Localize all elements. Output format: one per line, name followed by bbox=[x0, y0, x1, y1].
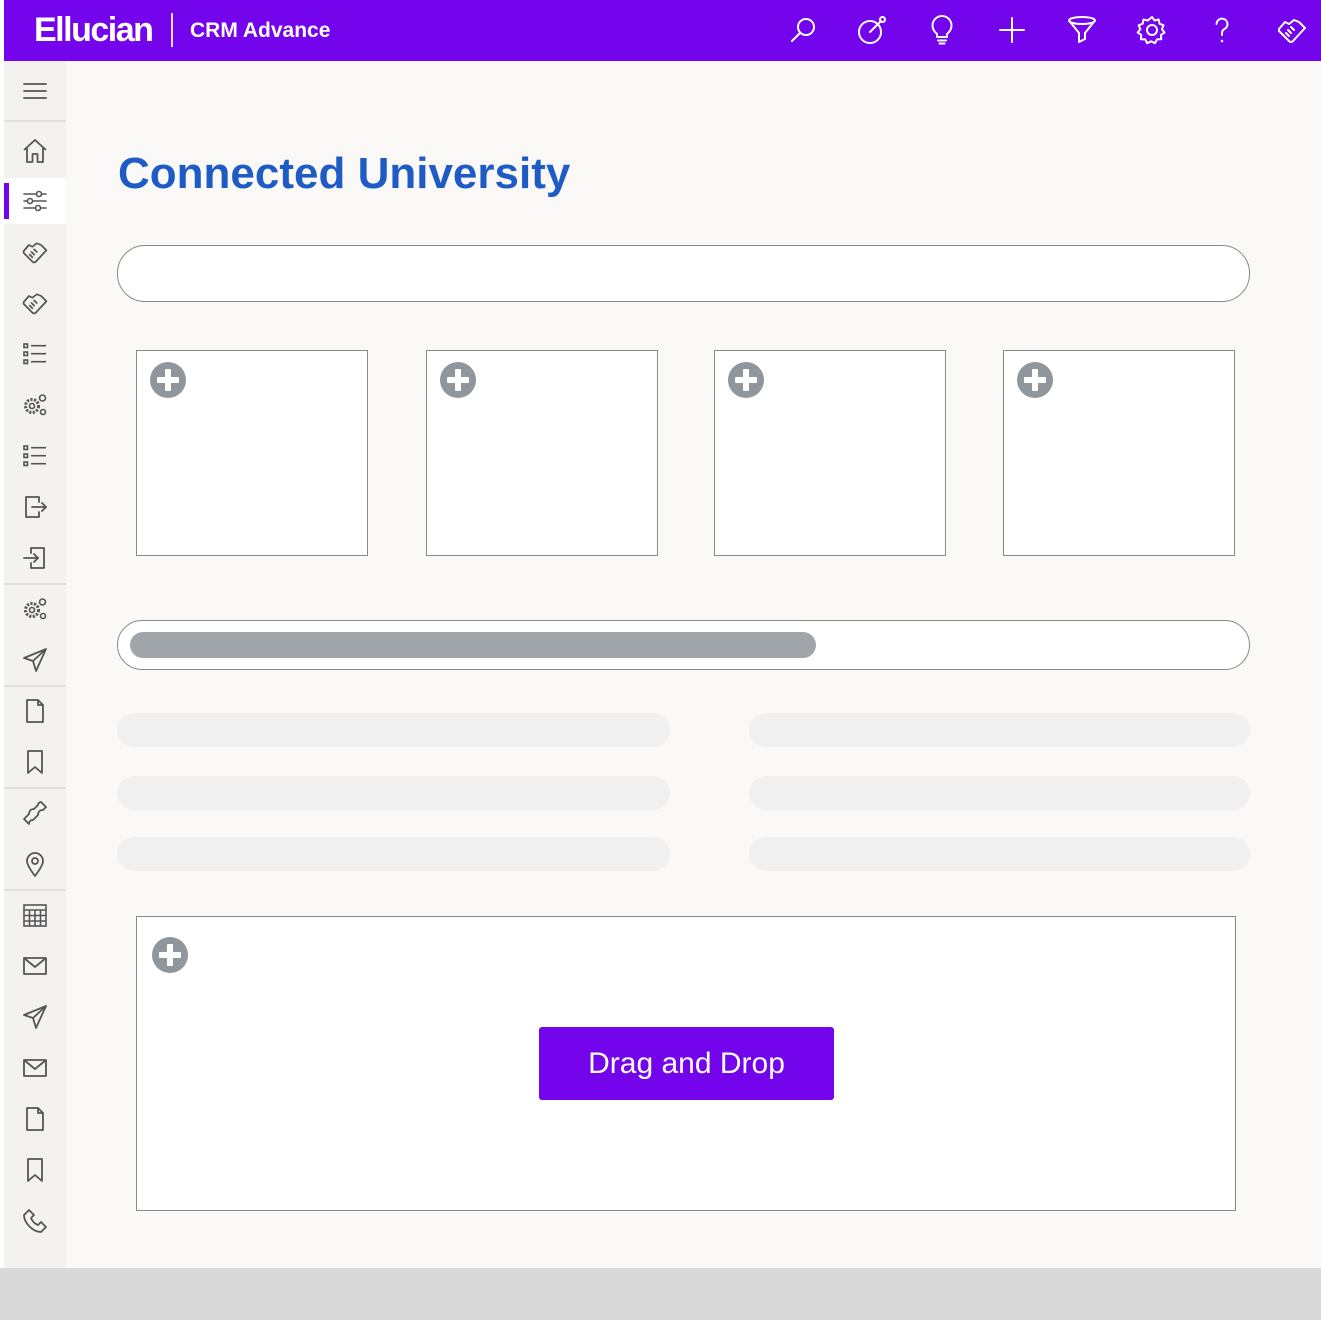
page-title: Connected University bbox=[118, 149, 571, 198]
sidebar-item-documents[interactable] bbox=[4, 688, 66, 734]
brand-logo[interactable]: Ellucian bbox=[34, 12, 154, 48]
target-icon[interactable] bbox=[854, 12, 890, 48]
sidebar-item-import[interactable] bbox=[4, 535, 66, 581]
handshake-icon bbox=[22, 242, 48, 264]
widget-card[interactable] bbox=[714, 350, 946, 556]
search-icon[interactable] bbox=[785, 12, 821, 48]
handshake-icon bbox=[22, 293, 48, 315]
sidebar-item-outbox[interactable] bbox=[4, 994, 66, 1040]
sidebar-item-sliders[interactable] bbox=[4, 178, 66, 224]
sidebar-item-bookmarks[interactable] bbox=[4, 739, 66, 785]
menu-icon[interactable] bbox=[4, 68, 66, 114]
send-icon bbox=[23, 648, 47, 672]
sidebar-separator bbox=[4, 787, 66, 789]
location-pin-icon bbox=[26, 852, 44, 877]
progress-bar bbox=[117, 620, 1250, 670]
search-bar[interactable] bbox=[117, 245, 1250, 302]
phone-icon bbox=[23, 1209, 47, 1233]
widget-card[interactable] bbox=[136, 350, 368, 556]
progress-fill bbox=[130, 632, 816, 658]
sidebar-item-export[interactable] bbox=[4, 484, 66, 530]
sidebar-separator bbox=[4, 583, 66, 585]
top-bar: Ellucian CRM Advance bbox=[4, 0, 1321, 61]
sidebar-item-list[interactable] bbox=[4, 331, 66, 377]
plus-icon[interactable] bbox=[994, 12, 1030, 48]
footer-bar bbox=[0, 1268, 1321, 1320]
phone-icon bbox=[23, 801, 47, 825]
logo-divider bbox=[171, 13, 173, 47]
plus-circle-icon[interactable] bbox=[150, 935, 190, 975]
mail-icon bbox=[23, 1059, 47, 1077]
drop-zone[interactable]: Drag and Drop bbox=[136, 916, 1236, 1211]
lightbulb-icon[interactable] bbox=[924, 12, 960, 48]
sidebar bbox=[4, 61, 66, 1268]
sidebar-item-messages[interactable] bbox=[4, 1045, 66, 1091]
plus-circle-icon[interactable] bbox=[148, 360, 188, 400]
mail-icon bbox=[23, 957, 47, 975]
plus-circle-icon[interactable] bbox=[438, 360, 478, 400]
sidebar-item-workflows[interactable] bbox=[4, 586, 66, 632]
sidebar-item-calendar[interactable] bbox=[4, 892, 66, 938]
gears-icon bbox=[24, 598, 47, 620]
sidebar-item-partners[interactable] bbox=[4, 229, 66, 275]
sidebar-item-relationships[interactable] bbox=[4, 280, 66, 326]
plus-circle-icon[interactable] bbox=[726, 360, 766, 400]
sidebar-item-automation[interactable] bbox=[4, 382, 66, 428]
sliders-icon bbox=[23, 190, 47, 212]
document-icon bbox=[26, 1107, 44, 1131]
sidebar-separator bbox=[4, 120, 66, 122]
document-icon bbox=[26, 699, 44, 723]
home-icon bbox=[23, 139, 47, 163]
list-icon bbox=[23, 343, 46, 365]
drag-and-drop-button[interactable]: Drag and Drop bbox=[539, 1027, 834, 1100]
sidebar-item-campaigns[interactable] bbox=[4, 637, 66, 683]
sidebar-item-locations[interactable] bbox=[4, 841, 66, 887]
widget-card[interactable] bbox=[1003, 350, 1235, 556]
sidebar-item-home[interactable] bbox=[4, 128, 66, 174]
plus-circle-icon[interactable] bbox=[1015, 360, 1055, 400]
skeleton-line bbox=[117, 837, 670, 871]
send-icon bbox=[23, 1005, 47, 1029]
sidebar-item-saved[interactable] bbox=[4, 1147, 66, 1193]
bookmark-icon bbox=[27, 750, 43, 774]
handshake-icon[interactable] bbox=[1274, 12, 1310, 48]
sidebar-item-notes[interactable] bbox=[4, 1096, 66, 1142]
bookmark-icon bbox=[27, 1158, 43, 1182]
skeleton-line bbox=[749, 837, 1250, 871]
help-icon[interactable] bbox=[1204, 12, 1240, 48]
checklist-icon bbox=[23, 445, 46, 467]
export-icon bbox=[25, 496, 47, 518]
sidebar-separator bbox=[4, 685, 66, 687]
calendar-icon bbox=[23, 904, 47, 927]
skeleton-line bbox=[117, 776, 670, 810]
import-icon bbox=[23, 547, 45, 569]
skeleton-line bbox=[117, 713, 670, 747]
skeleton-line bbox=[749, 776, 1250, 810]
sidebar-item-calls[interactable] bbox=[4, 790, 66, 836]
app-window: Ellucian CRM Advance Connected Universit… bbox=[4, 0, 1321, 1268]
sidebar-item-checklist[interactable] bbox=[4, 433, 66, 479]
sidebar-item-phone[interactable] bbox=[4, 1198, 66, 1244]
product-name: CRM Advance bbox=[190, 19, 331, 42]
gear-icon[interactable] bbox=[1134, 12, 1170, 48]
sidebar-separator bbox=[4, 889, 66, 891]
skeleton-line bbox=[749, 713, 1250, 747]
widget-card[interactable] bbox=[426, 350, 658, 556]
funnel-icon[interactable] bbox=[1064, 12, 1100, 48]
gears-icon bbox=[24, 394, 47, 416]
sidebar-item-inbox[interactable] bbox=[4, 943, 66, 989]
